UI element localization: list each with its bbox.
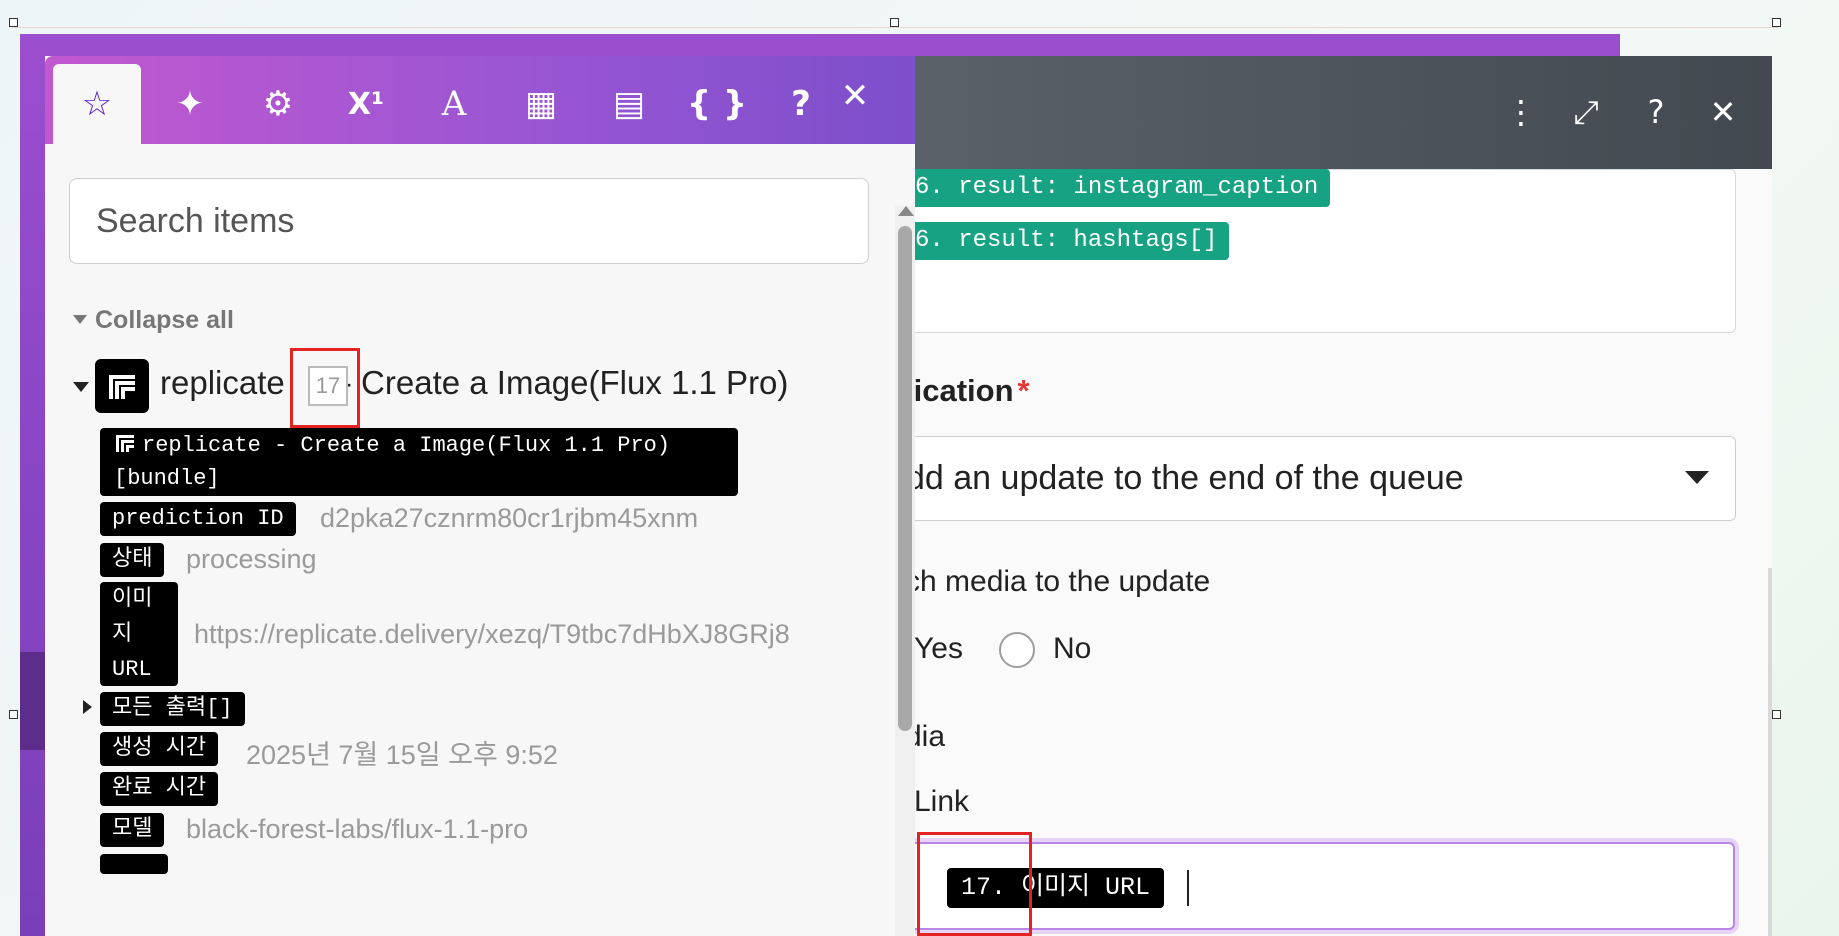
attach-media-label: ch media to the update [905,565,1211,598]
item-token-model[interactable]: 모델 [100,813,165,847]
scrollbar-thumb[interactable] [898,226,912,731]
text-icon: A [441,84,467,124]
chevron-down-icon [1685,471,1709,484]
resize-handle-middle-right[interactable] [1772,710,1781,719]
replicate-logo-icon [95,359,149,413]
item-token-partial[interactable] [100,854,168,874]
search-input[interactable] [69,178,869,264]
item-token-completed-time[interactable]: 완료 시간 [100,772,219,806]
highlight-box-link [917,832,1032,936]
panel-edge [1768,568,1772,936]
application-label: lication * [905,373,1030,408]
item-value-image-url: https://replicate.delivery/xezq/T9tbc7dH… [194,619,790,649]
highlight-box-module-number [290,348,360,428]
scroll-up-arrow-icon[interactable] [898,206,914,216]
item-value-model: black-forest-labs/flux-1.1-pro [186,814,529,844]
resize-handle-middle-left[interactable] [9,710,18,719]
mapped-token-hashtags[interactable]: 6. result: hashtags[] [905,222,1230,260]
item-token-prediction-id[interactable]: prediction ID [100,502,296,536]
mapped-token-caption[interactable]: 6. result: instagram_caption [905,169,1331,207]
gear-icon: ⚙ [262,84,294,124]
radio-no-label[interactable]: No [1053,632,1091,666]
item-value-created-time: 2025년 7월 15일 오후 9:52 [246,740,558,770]
canvas-selection-border [14,27,1778,28]
more-vertical-icon[interactable]: ⋮ [1501,92,1541,132]
close-icon[interactable]: ✕ [825,56,885,136]
radio-no[interactable] [999,632,1035,668]
expand-outputs-caret-icon[interactable] [83,700,92,714]
tab-text-functions[interactable]: A [410,64,498,144]
function-tabs-bar: ☆ ✦ ⚙ X¹ A ▦ ▤ { } ? ✕ [45,56,915,144]
resize-handle-top-center[interactable] [890,18,899,27]
bundle-token[interactable]: replicate - Create a Image(Flux 1.1 Pro)… [100,428,738,496]
tab-ai-functions[interactable]: ✦ [146,64,234,144]
application-select-value: dd an update to the end of the queue [906,459,1464,497]
help-icon[interactable]: ? [771,64,831,144]
sparkle-icon: ✦ [175,84,205,124]
resize-handle-top-right[interactable] [1772,18,1781,27]
required-marker: * [1017,373,1030,408]
tab-general-functions[interactable]: ⚙ [234,64,322,144]
item-value-prediction-id: d2pka27cznrm80cr1rjbm45xnm [320,503,699,533]
help-icon[interactable]: ? [1636,92,1676,132]
resize-handle-top-left[interactable] [9,18,18,27]
calendar-icon: ▦ [524,84,558,124]
tab-favorites[interactable]: ☆ [53,64,141,144]
module-title[interactable]: replicate - Create a Image(Flux 1.1 Pro) [160,364,788,402]
braces-icon: { } [686,84,748,124]
item-token-image-url[interactable]: 이미 지 URL [100,582,178,686]
radio-yes-label[interactable]: Yes [914,632,963,666]
tab-date-functions[interactable]: ▦ [497,64,585,144]
link-label: Link [914,785,970,818]
close-icon[interactable]: ✕ [1703,92,1743,132]
expand-module-caret-icon[interactable] [73,382,89,392]
mapping-picker-panel: ☆ ✦ ⚙ X¹ A ▦ ▤ { } ? ✕ Collapse all repl… [45,56,915,936]
application-select[interactable]: dd an update to the end of the queue [850,436,1736,521]
item-token-all-outputs[interactable]: 모든 출력[] [100,692,245,726]
module-panel-header: ⋮ ⤢ ? ✕ [905,56,1772,169]
tab-math-functions[interactable]: X¹ [322,64,410,144]
superscript-icon: X¹ [347,86,385,122]
table-icon: ▤ [612,84,646,124]
item-value-status: processing [186,544,317,574]
caret-down-icon [73,315,87,324]
text-cursor [1187,870,1189,906]
collapse-all-toggle[interactable]: Collapse all [73,306,234,335]
value-fade [835,706,895,756]
item-token-status[interactable]: 상태 [100,543,165,577]
expand-icon[interactable]: ⤢ [1566,92,1606,132]
item-token-created-time[interactable]: 생성 시간 [100,732,219,766]
tab-array-functions[interactable]: ▤ [585,64,673,144]
star-icon: ☆ [81,84,113,124]
tab-variables[interactable]: { } [673,64,761,144]
